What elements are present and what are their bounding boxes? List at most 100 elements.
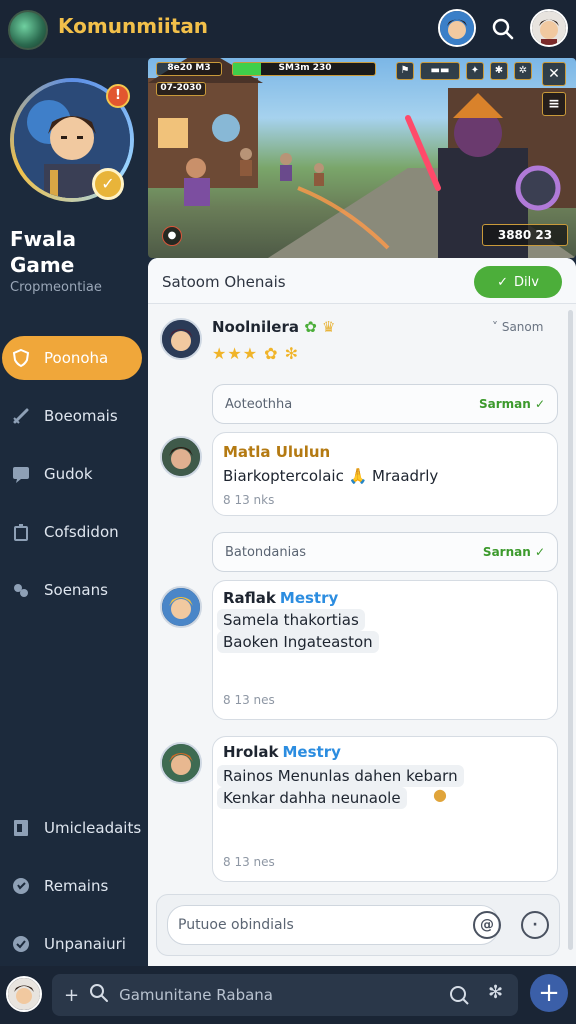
bottom-search-field[interactable]: + Gamunitane Rabana ✻ xyxy=(52,974,518,1016)
panel-header: Satoom Ohenais ✓ Dilv xyxy=(148,258,576,304)
user-avatar[interactable] xyxy=(160,586,202,628)
hud-label: 8e20 M3 xyxy=(156,62,222,76)
check-circle-icon xyxy=(10,933,32,955)
heart-icon xyxy=(10,875,32,897)
gift-icon[interactable]: ✱ xyxy=(490,62,508,80)
user-status-text: Sanom xyxy=(501,320,544,334)
message-input[interactable]: Putuoe obindials xyxy=(167,905,499,945)
game-subtitle: Cropmeontiae xyxy=(10,280,102,295)
shield-icon xyxy=(10,347,32,369)
sparkle-icon[interactable]: ✻ xyxy=(488,982,503,1003)
chat-icon xyxy=(10,463,32,485)
sender-name: Hrolak Mestry xyxy=(223,743,341,761)
user-avatar[interactable] xyxy=(160,742,202,784)
user-status: ˅ Sanom xyxy=(492,320,543,334)
app-title: Komunmiitan xyxy=(58,14,209,38)
message-text: Biarkoptercolaic 🙏 Mraadrly xyxy=(223,467,439,485)
emoji-picker-icon[interactable]: · xyxy=(521,911,549,939)
message-line: Rainos Menunlas dahen kebarn xyxy=(217,765,464,787)
sidebar-item-label: Unpanaiuri xyxy=(44,935,126,953)
cup-icon xyxy=(10,521,32,543)
add-icon[interactable]: + xyxy=(64,985,79,1006)
sender-name: Matla Ululun xyxy=(223,443,331,461)
bag-icon[interactable]: ⚑ xyxy=(396,62,414,80)
search-icon[interactable] xyxy=(486,12,520,46)
sender-tag: Mestry xyxy=(279,589,339,607)
sidebar-item-poonoha[interactable]: Poonoha xyxy=(2,336,142,380)
sidebar-item-umicleadaits[interactable]: Umicleadaits xyxy=(2,806,142,850)
self-avatar[interactable] xyxy=(6,976,42,1012)
sender-name-text: Hrolak xyxy=(223,743,279,761)
skill-icon[interactable]: ● xyxy=(162,226,182,246)
game-title: Fwala Game xyxy=(10,227,76,277)
message-line: Samela thakortias xyxy=(217,609,365,631)
sidebar-item-label: Cofsdidon xyxy=(44,523,119,541)
sidebar-item-label: Boeomais xyxy=(44,407,118,425)
notice-text: Aoteothha xyxy=(225,396,293,412)
kill-counter: 3880 23 xyxy=(482,224,568,246)
sender-name: Raflak Mestry xyxy=(223,589,338,607)
sidebar-item-label: Poonoha xyxy=(44,349,109,367)
close-icon[interactable]: ✕ xyxy=(542,62,566,86)
emoji-icon: ● xyxy=(433,785,447,804)
check-icon: ✓ xyxy=(497,274,508,290)
chat-search-icon[interactable] xyxy=(448,984,470,1010)
attach-icon[interactable]: @ xyxy=(473,911,501,939)
sender-tag: Mestry xyxy=(282,743,341,761)
sidebar-item-soenans[interactable]: Soenans xyxy=(2,568,142,612)
sidebar-item-label: Soenans xyxy=(44,581,108,599)
gamepad-icon xyxy=(10,579,32,601)
sword-icon xyxy=(10,405,32,427)
message-time: 8 13 nes xyxy=(223,855,275,869)
message-bubble[interactable]: Hrolak Mestry Rainos Menunlas dahen kebar… xyxy=(212,736,558,882)
scrollbar[interactable] xyxy=(568,310,573,950)
sidebar-item-label: Remains xyxy=(44,877,109,895)
game-banner[interactable]: 8e20 M3 SM3m 230 07-2030 ⚑ ▬▬ ✦ ✱ ✲ ✕ ≡ … xyxy=(148,58,576,258)
menu-icon[interactable]: ≡ xyxy=(542,92,566,116)
message-time: 8 13 nes xyxy=(223,693,275,707)
new-post-button[interactable]: + xyxy=(530,974,568,1012)
message-time: 8 13 nks xyxy=(223,493,275,507)
message-line: Baoken Ingateaston xyxy=(217,631,379,653)
system-notice[interactable]: Batondanias Sarnan ✓ xyxy=(212,532,558,572)
message-line: Kenkar dahha neunaole xyxy=(217,787,407,809)
notice-status: Sarman ✓ xyxy=(478,397,545,411)
system-notice[interactable]: Aoteothha Sarman ✓ xyxy=(212,384,558,424)
user-avatar[interactable] xyxy=(160,318,202,360)
score-label: 07-2030 xyxy=(156,82,206,96)
sidebar-item-remains[interactable]: Remains xyxy=(2,864,142,908)
search-icon xyxy=(89,983,109,1007)
join-label: Dilv xyxy=(513,274,539,290)
rating-stars: ★★★ ✿ ✻ xyxy=(212,344,300,363)
clover-icon: ✿ xyxy=(304,318,317,336)
panel-title: Satoom Ohenais xyxy=(162,273,286,291)
chevron-icon: ˅ xyxy=(492,320,502,334)
message-bubble[interactable]: Matla Ululun Biarkoptercolaic 🙏 Mraadrly… xyxy=(212,432,558,516)
bottom-bar: + Gamunitane Rabana ✻ xyxy=(0,966,576,1024)
user-name-text: Noolnilera xyxy=(212,318,299,336)
sidebar-item-cofsdidon[interactable]: Cofsdidon xyxy=(2,510,142,554)
sidebar-item-label: Gudok xyxy=(44,465,93,483)
settings-gear-icon[interactable]: ✲ xyxy=(514,62,532,80)
gem-icon[interactable]: ✦ xyxy=(466,62,484,80)
notification-badge: ! xyxy=(106,84,130,108)
coins-icon[interactable]: ▬▬ xyxy=(420,62,460,80)
message-composer: Putuoe obindials @ · xyxy=(156,894,560,956)
top-bar: Komunmiitan xyxy=(0,0,576,58)
user-avatar[interactable] xyxy=(160,436,202,478)
notice-status: Sarnan ✓ xyxy=(482,545,545,559)
message-bubble[interactable]: Raflak Mestry Samela thakortias Baoken In… xyxy=(212,580,558,720)
notice-text: Batondanias xyxy=(225,544,306,560)
sidebar-item-boeomais[interactable]: Boeomais xyxy=(2,394,142,438)
sidebar-item-gudok[interactable]: Gudok xyxy=(2,452,142,496)
verified-icon: ✓ xyxy=(92,168,124,200)
join-button[interactable]: ✓ Dilv xyxy=(474,266,562,298)
app-logo[interactable] xyxy=(8,10,48,50)
document-icon xyxy=(10,817,32,839)
trophy-icon: ♛ xyxy=(322,318,336,336)
search-placeholder: Gamunitane Rabana xyxy=(119,986,273,1004)
health-bar: SM3m 230 xyxy=(232,62,376,76)
friend-avatar[interactable] xyxy=(438,9,476,47)
profile-avatar[interactable] xyxy=(530,9,568,47)
sidebar-item-unpanaiuri[interactable]: Unpanaiuri xyxy=(2,922,142,966)
